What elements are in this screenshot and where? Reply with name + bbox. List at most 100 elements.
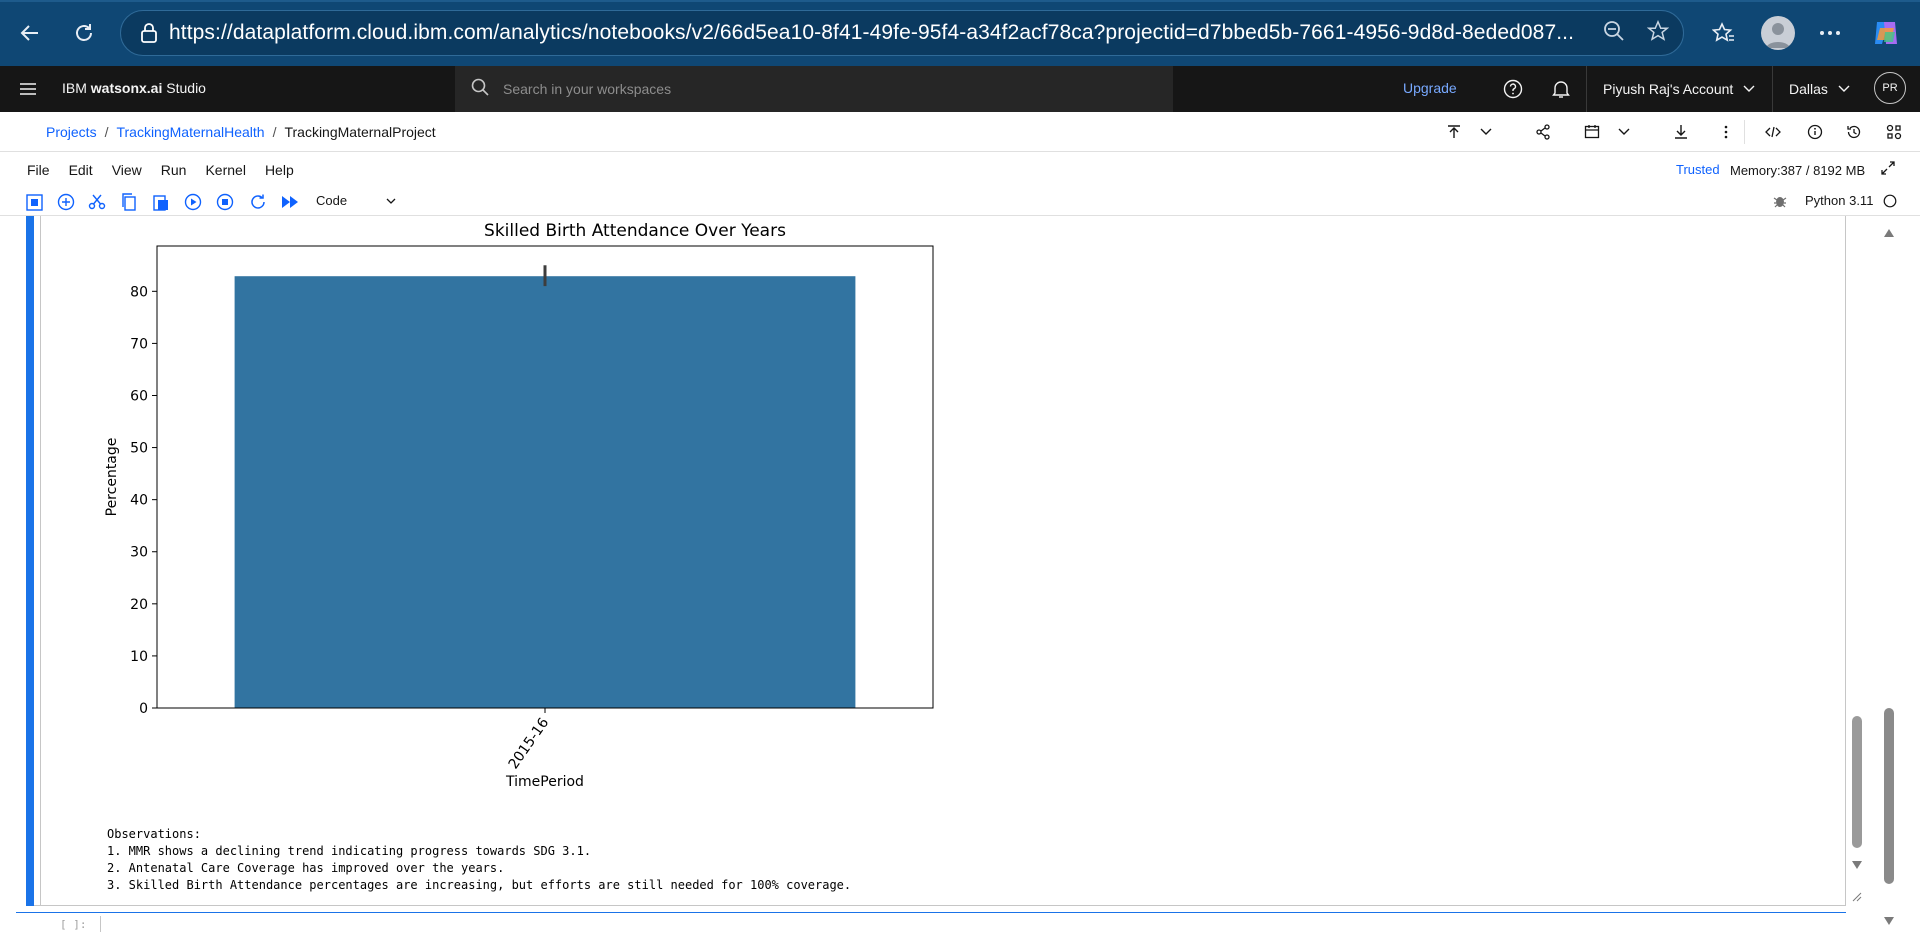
- y-tick-label: 40: [130, 493, 148, 509]
- menu-view[interactable]: View: [112, 162, 142, 178]
- breadcrumb-projects[interactable]: Projects: [46, 124, 97, 140]
- y-tick-label: 50: [130, 441, 148, 457]
- divider: [1744, 120, 1745, 144]
- account-switcher[interactable]: Piyush Raj's Account: [1586, 66, 1772, 112]
- menu-run[interactable]: Run: [161, 162, 187, 178]
- url-text: https://dataplatform.cloud.ibm.com/analy…: [169, 21, 1575, 44]
- publish-icon[interactable]: [1442, 120, 1466, 144]
- region-name: Dallas: [1789, 81, 1828, 97]
- search-placeholder: Search in your workspaces: [503, 81, 672, 97]
- brand-suffix: Studio: [162, 80, 206, 96]
- bar-chart: 2015-16 0 10 20 30 40 50 60 70 80 TimePeriod Percen…: [104, 245, 934, 790]
- refresh-icon[interactable]: [64, 13, 104, 53]
- copy-icon[interactable]: [119, 192, 139, 212]
- account-name: Piyush Raj's Account: [1603, 81, 1734, 97]
- code-snippets-icon[interactable]: [1761, 120, 1785, 144]
- selected-cell-indicator: [26, 216, 34, 906]
- scroll-down-arrow-icon[interactable]: [1851, 860, 1863, 870]
- brand-name: watsonx.ai: [90, 80, 163, 96]
- avatar[interactable]: PR: [1874, 72, 1906, 104]
- menu-edit[interactable]: Edit: [69, 162, 93, 178]
- back-icon[interactable]: [10, 13, 50, 53]
- x-tick-label: 2015-16: [506, 715, 553, 772]
- hamburger-menu-icon[interactable]: [18, 79, 38, 104]
- notifications-icon[interactable]: [1549, 77, 1573, 101]
- insert-cell-icon[interactable]: [56, 192, 76, 212]
- download-icon[interactable]: [1669, 120, 1693, 144]
- chevron-down-icon: [1838, 85, 1850, 92]
- run-cell-icon[interactable]: [183, 192, 203, 212]
- copilot-icon[interactable]: [1866, 13, 1906, 53]
- cut-icon[interactable]: [87, 192, 107, 212]
- upgrade-link[interactable]: Upgrade: [1403, 80, 1457, 96]
- debug-bug-icon[interactable]: [1773, 194, 1787, 208]
- chart-output: Skilled Birth Attendance Over Years 2015…: [90, 216, 950, 796]
- observations-heading: Observations:: [107, 827, 201, 841]
- page-scrollbar-thumb[interactable]: [1884, 708, 1894, 884]
- overflow-menu-icon[interactable]: [1714, 120, 1738, 144]
- search-input[interactable]: Search in your workspaces: [455, 66, 1173, 112]
- breadcrumb-notebook: TrackingMaternalProject: [284, 124, 436, 140]
- x-axis-label: TimePeriod: [505, 774, 584, 790]
- breadcrumb-project[interactable]: TrackingMaternalHealth: [116, 124, 264, 140]
- kernel-idle-icon: [1884, 194, 1897, 207]
- cell-prompt: [ ]:: [60, 918, 87, 931]
- observations-text: Observations: 1. MMR shows a declining tr…: [107, 826, 851, 894]
- restart-kernel-icon[interactable]: [248, 192, 268, 212]
- cell-type-select[interactable]: Code: [316, 193, 396, 208]
- browser-toolbar: https://dataplatform.cloud.ibm.com/analy…: [0, 0, 1920, 66]
- y-tick-label: 10: [130, 649, 148, 665]
- search-icon: [471, 78, 489, 101]
- profile-icon[interactable]: [1758, 13, 1798, 53]
- cell-scrollbar-thumb[interactable]: [1852, 716, 1862, 848]
- site-info-icon[interactable]: [129, 23, 169, 43]
- save-icon[interactable]: [24, 192, 44, 212]
- y-axis-label: Percentage: [104, 438, 120, 517]
- notebook-content: Skilled Birth Attendance Over Years 2015…: [0, 216, 1920, 932]
- next-code-cell[interactable]: [100, 916, 1846, 932]
- chevron-down-icon[interactable]: [1612, 120, 1636, 144]
- schedule-job-icon[interactable]: [1580, 120, 1604, 144]
- version-history-icon[interactable]: [1842, 120, 1866, 144]
- product-name[interactable]: IBM watsonx.ai Studio: [62, 80, 206, 96]
- chevron-down-icon: [1743, 85, 1755, 92]
- kernel-status[interactable]: Python 3.11: [1773, 193, 1897, 208]
- zoom-icon[interactable]: [1603, 20, 1625, 47]
- project-toolbar: Projects / TrackingMaternalHealth / Trac…: [0, 112, 1920, 152]
- data-icon[interactable]: [1882, 120, 1906, 144]
- y-tick-label: 60: [130, 388, 148, 404]
- menu-items: File Edit View Run Kernel Help: [27, 162, 294, 178]
- brand-prefix: IBM: [62, 80, 91, 96]
- share-icon[interactable]: [1531, 120, 1555, 144]
- favorites-icon[interactable]: [1704, 13, 1744, 53]
- address-bar[interactable]: https://dataplatform.cloud.ibm.com/analy…: [120, 10, 1684, 56]
- stop-kernel-icon[interactable]: [215, 192, 235, 212]
- y-tick-label: 0: [139, 701, 148, 717]
- y-tick-label: 80: [130, 284, 148, 300]
- region-switcher[interactable]: Dallas: [1772, 66, 1862, 112]
- bar: [234, 276, 856, 708]
- resize-handle-icon[interactable]: [1852, 892, 1862, 902]
- fullscreen-icon[interactable]: [1880, 160, 1896, 181]
- more-options-icon[interactable]: [1810, 13, 1850, 53]
- scroll-up-arrow-icon[interactable]: [1883, 228, 1895, 238]
- memory-usage: Memory:387 / 8192 MB: [1730, 163, 1866, 178]
- observation-item: 2. Antenatal Care Coverage has improved …: [107, 861, 505, 875]
- info-icon[interactable]: [1803, 120, 1827, 144]
- favorite-star-icon[interactable]: [1646, 19, 1670, 47]
- ibm-header: IBM watsonx.ai Studio Search in your wor…: [0, 66, 1920, 112]
- notebook-menu-bar: File Edit View Run Kernel Help Trusted M…: [0, 152, 1920, 188]
- menu-file[interactable]: File: [27, 162, 50, 178]
- trusted-indicator[interactable]: Trusted: [1676, 162, 1720, 177]
- cell-divider: [40, 216, 41, 906]
- help-icon[interactable]: [1501, 77, 1525, 101]
- menu-kernel[interactable]: Kernel: [205, 162, 245, 178]
- menu-help[interactable]: Help: [265, 162, 294, 178]
- paste-icon[interactable]: [151, 192, 171, 212]
- y-tick-label: 30: [130, 545, 148, 561]
- chevron-down-icon[interactable]: [1474, 120, 1498, 144]
- observation-item: 3. Skilled Birth Attendance percentages …: [107, 878, 852, 892]
- run-all-icon[interactable]: [280, 192, 300, 212]
- kernel-name: Python 3.11: [1805, 193, 1874, 208]
- scroll-down-arrow-icon[interactable]: [1883, 916, 1895, 926]
